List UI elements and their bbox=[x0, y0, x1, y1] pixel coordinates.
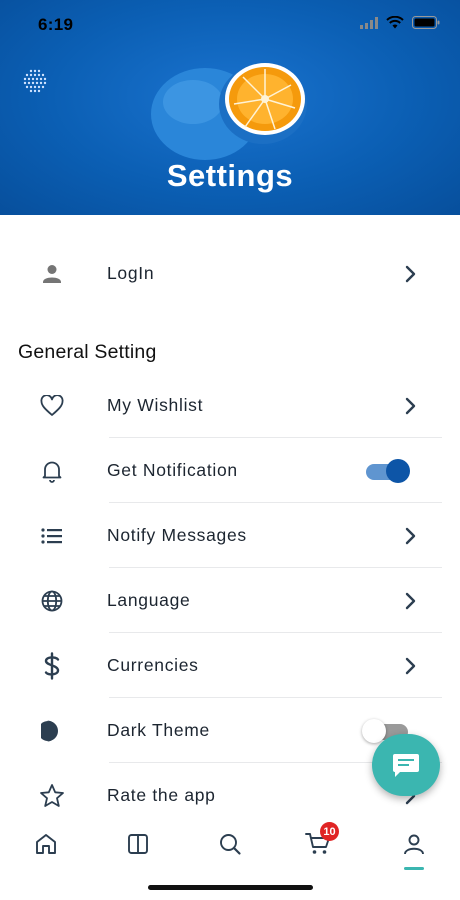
chevron-right-icon bbox=[405, 397, 416, 414]
tab-home[interactable] bbox=[26, 824, 66, 864]
tab-search[interactable] bbox=[210, 824, 250, 864]
signal-icon bbox=[360, 16, 378, 29]
page-title: Settings bbox=[166, 158, 294, 193]
chevron-right-icon bbox=[405, 265, 416, 282]
app-logo-icon bbox=[23, 69, 47, 93]
tab-categories[interactable] bbox=[118, 824, 158, 864]
dollar-icon bbox=[36, 650, 68, 682]
categories-icon bbox=[128, 834, 148, 854]
cart-count-badge: 10 bbox=[320, 822, 339, 841]
heart-icon bbox=[36, 390, 68, 422]
notification-row: Get Notification bbox=[0, 438, 460, 503]
orange-image bbox=[151, 63, 307, 160]
currencies-label: Currencies bbox=[107, 655, 199, 675]
search-icon bbox=[220, 834, 241, 855]
status-bar: 6:19 bbox=[0, 0, 460, 48]
profile-icon bbox=[404, 834, 424, 855]
chat-button[interactable] bbox=[372, 734, 440, 796]
login-row[interactable]: LogIn bbox=[0, 241, 460, 306]
login-label: LogIn bbox=[107, 263, 155, 283]
language-label: Language bbox=[107, 590, 191, 610]
wifi-icon bbox=[386, 16, 404, 29]
chevron-right-icon bbox=[405, 527, 416, 544]
language-row[interactable]: Language bbox=[0, 568, 460, 633]
chevron-right-icon bbox=[405, 657, 416, 674]
notify-messages-row[interactable]: Notify Messages bbox=[0, 503, 460, 568]
notification-label: Get Notification bbox=[107, 460, 238, 480]
globe-icon bbox=[36, 585, 68, 617]
wishlist-row[interactable]: My Wishlist bbox=[0, 373, 460, 438]
settings-list: LogIn General Setting My Wishlist Get No… bbox=[0, 215, 460, 810]
dark-theme-label: Dark Theme bbox=[107, 720, 210, 740]
active-tab-indicator bbox=[404, 867, 424, 870]
home-indicator bbox=[148, 885, 313, 890]
currencies-row[interactable]: Currencies bbox=[0, 633, 460, 698]
toggle-knob bbox=[362, 718, 386, 743]
home-icon bbox=[36, 834, 56, 854]
toggle-knob bbox=[386, 458, 410, 483]
wishlist-label: My Wishlist bbox=[107, 395, 204, 415]
status-time: 6:19 bbox=[38, 15, 74, 34]
section-title-general: General Setting bbox=[18, 341, 157, 363]
user-icon bbox=[36, 258, 68, 290]
notification-toggle[interactable] bbox=[362, 458, 410, 484]
chevron-right-icon bbox=[405, 592, 416, 609]
moon-icon bbox=[36, 715, 68, 747]
bell-icon bbox=[36, 455, 68, 487]
chat-icon bbox=[393, 754, 419, 777]
battery-icon bbox=[412, 16, 440, 29]
star-icon bbox=[36, 780, 68, 811]
notify-messages-label: Notify Messages bbox=[107, 525, 247, 545]
tab-profile[interactable] bbox=[394, 824, 434, 870]
rate-app-label: Rate the app bbox=[107, 785, 216, 805]
list-icon bbox=[36, 520, 68, 552]
